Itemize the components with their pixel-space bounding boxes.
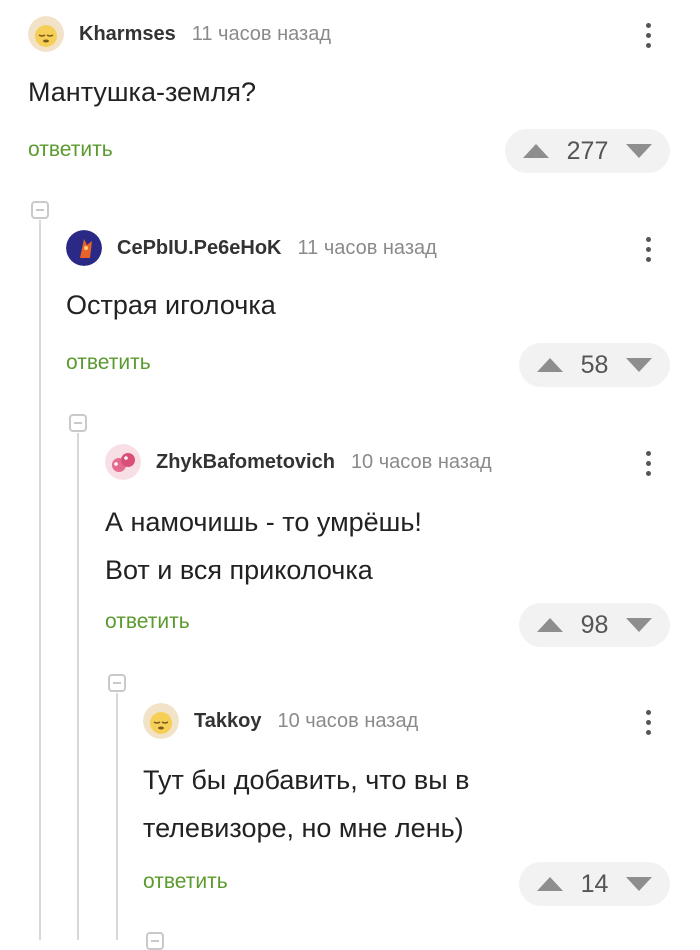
timestamp[interactable]: 11 часов назад <box>298 237 437 260</box>
vote-control: 14 <box>519 862 670 906</box>
downvote-icon[interactable] <box>626 618 652 632</box>
comment-text: Тут бы добавить, что вы в телевизоре, но… <box>143 756 469 852</box>
rating-count: 14 <box>580 869 609 898</box>
more-options-icon[interactable] <box>636 447 660 479</box>
sleepy-face-avatar[interactable] <box>143 703 179 739</box>
vote-control: 98 <box>519 603 670 647</box>
username[interactable]: Kharmses <box>79 23 176 46</box>
comment-header: ZhykBafometovich 10 часов назад <box>105 443 492 481</box>
username[interactable]: ZhykBafometovich <box>156 451 335 474</box>
rating-count: 98 <box>580 610 609 639</box>
comment-text: Мантушка-земля? <box>28 68 256 116</box>
upvote-icon[interactable] <box>537 618 563 632</box>
username[interactable]: CePbIU.Pe6eHoK <box>117 237 282 260</box>
timestamp[interactable]: 10 часов назад <box>351 451 492 474</box>
thread-line <box>77 433 79 940</box>
username[interactable]: Takkoy <box>194 710 261 733</box>
comment: CePbIU.Pe6eHoK 11 часов назад Острая иго… <box>66 229 672 399</box>
upvote-icon[interactable] <box>537 877 563 891</box>
vote-control: 277 <box>505 129 670 173</box>
reply-link[interactable]: ответить <box>143 870 228 894</box>
timestamp[interactable]: 11 часов назад <box>192 23 331 46</box>
comment-text: А намочишь - то умрёшь! Вот и вся прикол… <box>105 498 422 594</box>
collapse-thread-button[interactable] <box>31 201 49 219</box>
dark-blue-orange-creature-avatar[interactable] <box>66 230 102 266</box>
reply-link[interactable]: ответить <box>105 610 190 634</box>
reply-link[interactable]: ответить <box>66 351 151 375</box>
more-options-icon[interactable] <box>636 19 660 51</box>
comment-text: Острая иголочка <box>66 281 276 329</box>
thread-line <box>116 693 118 940</box>
vote-control: 58 <box>519 343 670 387</box>
more-options-icon[interactable] <box>636 706 660 738</box>
comment: Kharmses 11 часов назад Мантушка-земля? … <box>28 15 672 185</box>
thread-line <box>39 220 41 940</box>
reply-link[interactable]: ответить <box>28 138 113 162</box>
downvote-icon[interactable] <box>626 877 652 891</box>
more-options-icon[interactable] <box>636 233 660 265</box>
pink-cartoon-avatar[interactable] <box>105 444 141 480</box>
comment-text-line: Острая иголочка <box>66 290 276 320</box>
comment: ZhykBafometovich 10 часов назад А намочи… <box>105 443 672 653</box>
upvote-icon[interactable] <box>537 358 563 372</box>
collapse-thread-button[interactable] <box>108 674 126 692</box>
comment-header: CePbIU.Pe6eHoK 11 часов назад <box>66 229 437 267</box>
rating-count: 277 <box>566 136 609 165</box>
collapse-thread-button[interactable] <box>69 414 87 432</box>
comment: Takkoy 10 часов назад Тут бы добавить, ч… <box>143 702 672 912</box>
collapse-thread-button[interactable] <box>146 932 164 950</box>
comment-text-line: А намочишь - то умрёшь! <box>105 507 422 537</box>
comment-text-line: Мантушка-земля? <box>28 77 257 107</box>
comment-text-line: Тут бы добавить, что вы в <box>143 765 470 795</box>
comment-header: Kharmses 11 часов назад <box>28 15 331 53</box>
upvote-icon[interactable] <box>523 144 549 158</box>
sleepy-face-avatar[interactable] <box>28 16 64 52</box>
comment-header: Takkoy 10 часов назад <box>143 702 418 740</box>
downvote-icon[interactable] <box>626 358 652 372</box>
timestamp[interactable]: 10 часов назад <box>277 710 418 733</box>
comment-text-line: телевизоре, но мне лень) <box>143 813 464 843</box>
downvote-icon[interactable] <box>626 144 652 158</box>
comment-text-line: Вот и вся приколочка <box>105 555 373 585</box>
rating-count: 58 <box>580 350 609 379</box>
